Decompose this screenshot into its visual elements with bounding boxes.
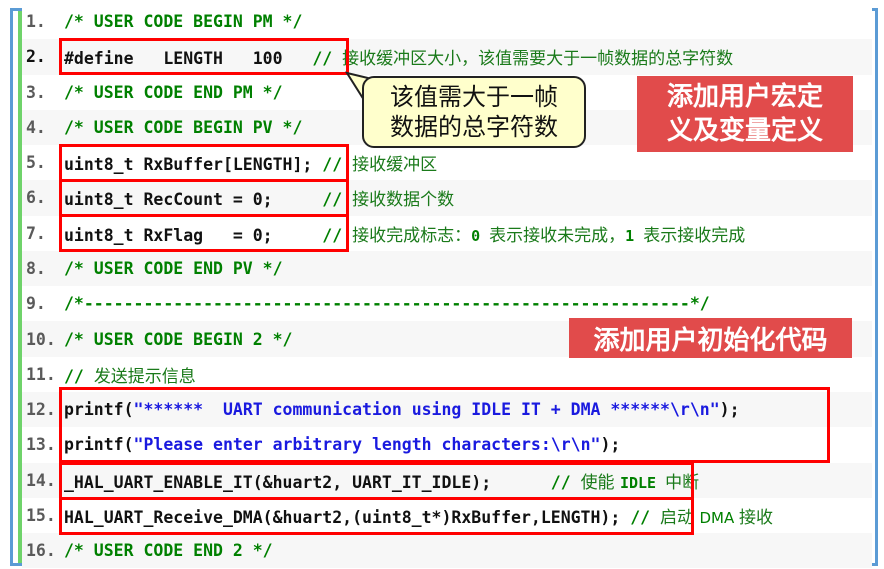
line-number: 4.	[26, 117, 46, 137]
comment-text: /* USER CODE END PM */	[64, 82, 283, 102]
line-number: 11.	[26, 364, 56, 384]
line-content: /* USER CODE END PV */	[64, 259, 283, 278]
line-content: /* USER CODE BEGIN PV */	[64, 118, 302, 137]
line-content: _HAL_UART_ENABLE_IT(&huart2, UART_IT_IDL…	[64, 468, 699, 493]
comment-text: /* USER CODE END 2 */	[64, 541, 273, 561]
comment-text: IDLE	[619, 473, 666, 492]
comment-text: /* USER CODE BEGIN PM */	[64, 12, 303, 32]
comment-text: 接收	[738, 507, 773, 528]
code-token: );	[719, 400, 740, 420]
comment-text: //	[272, 190, 353, 210]
line-content: uint8_t RxFlag = 0; // 接收完成标志：0 表示接收未完成，…	[64, 221, 745, 246]
comment-text: 表示接收未完成，	[489, 225, 626, 246]
comment-text: //	[64, 366, 94, 386]
line-number: 1.	[26, 12, 46, 32]
comment-text: //	[312, 155, 353, 175]
callout-line-2: 数据的总字符数	[390, 113, 558, 141]
code-line: 7. uint8_t RxFlag = 0; // 接收完成标志：0 表示接收未完…	[22, 215, 872, 251]
line-content: uint8_t RecCount = 0; // 接收数据个数	[64, 185, 454, 210]
code-token: HAL_UART_Receive_DMA(&huart2,(uint8_t*)R…	[64, 507, 621, 527]
line-number: 13.	[26, 435, 56, 455]
code-line: 16. /* USER CODE END 2 */	[22, 533, 872, 569]
tag-init-code: 添加用户初始化代码	[569, 318, 852, 358]
comment-text: //	[272, 225, 353, 245]
code-token: printf(	[64, 400, 134, 420]
comment-text: //	[491, 472, 581, 492]
line-number: 16.	[26, 541, 56, 561]
comment-text: 0	[471, 226, 490, 245]
code-line: 15. HAL_UART_Receive_DMA(&huart2,(uint8_t…	[22, 497, 872, 534]
comment-text: 接收缓冲区大小，该值需要大于一帧数据的总字符数	[342, 49, 734, 70]
line-content: #define LENGTH 100 // 接收缓冲区大小，该值需要大于一帧数据…	[64, 44, 733, 69]
code-line: 9. /*------------------------------------…	[22, 286, 872, 322]
comment-text: 接收数据个数	[352, 190, 455, 211]
line-content: printf("****** UART communication using …	[64, 400, 740, 419]
tag-macro-line-2: 义及变量定义	[666, 116, 823, 146]
line-number: 3.	[26, 82, 46, 102]
line-number: 5.	[26, 153, 46, 173]
line-number: 9.	[26, 294, 46, 314]
code-token: uint8_t RecCount = 0;	[64, 190, 273, 210]
string-literal: "Please enter arbitrary length character…	[133, 435, 601, 455]
line-content: /* USER CODE END PM */	[64, 83, 283, 102]
line-content: /* USER CODE BEGIN PM */	[64, 12, 302, 31]
line-content: /*--------------------------------------…	[64, 294, 710, 313]
line-content: /* USER CODE END 2 */	[64, 541, 273, 560]
line-number: 6.	[26, 188, 46, 208]
code-line: 13. printf("Please enter arbitrary length…	[22, 427, 872, 463]
tag-macro-line-1: 添加用户宏定	[666, 82, 823, 112]
string-literal: "****** UART communication using IDLE IT…	[133, 400, 720, 420]
comment-text: 使能	[580, 472, 620, 493]
comment-text: 1	[625, 226, 644, 245]
comment-text: 中断	[665, 472, 700, 493]
code-line: 12. printf("****** UART communication usi…	[22, 391, 872, 428]
comment-text: 接收完成标志：	[352, 225, 472, 246]
line-number: 8.	[26, 259, 46, 279]
code-token: printf(	[64, 435, 134, 455]
code-line: 6. uint8_t RecCount = 0; // 接收数据个数	[22, 180, 872, 216]
line-content: // 发送提示信息	[64, 362, 196, 387]
comment-text: /* USER CODE BEGIN 2 */	[64, 329, 293, 349]
comment-text: 接收缓冲区	[352, 155, 438, 176]
line-number: 12.	[26, 400, 56, 420]
line-number: 7.	[26, 223, 46, 243]
code-line: 14. _HAL_UART_ENABLE_IT(&huart2, UART_IT_…	[22, 462, 872, 498]
code-token: uint8_t RxBuffer[LENGTH];	[64, 155, 313, 175]
code-line: 8. /* USER CODE END PV */	[22, 250, 872, 287]
line-number: 10.	[26, 329, 56, 349]
comment-text: 启动	[660, 507, 700, 528]
code-token: _HAL_UART_ENABLE_IT(&huart2, UART_IT_IDL…	[64, 472, 492, 492]
comment-text: 发送提示信息	[93, 366, 196, 387]
code-line: 11. // 发送提示信息	[22, 356, 872, 392]
code-line: 2. #define LENGTH 100 // 接收缓冲区大小，该值需要大于一帧…	[22, 39, 872, 75]
callout-note: 该值需大于一帧 数据的总字符数	[362, 76, 586, 148]
code-line: 1. /* USER CODE BEGIN PM */	[22, 4, 872, 40]
comment-text: //	[282, 49, 343, 69]
code-token: uint8_t RxFlag = 0;	[64, 225, 273, 245]
comment-text: /* USER CODE BEGIN PV */	[64, 117, 303, 137]
callout-line-1: 该值需大于一帧	[390, 83, 558, 111]
line-content: uint8_t RxBuffer[LENGTH]; // 接收缓冲区	[64, 150, 437, 175]
line-number: 14.	[26, 470, 56, 490]
tag-init-code-label: 添加用户初始化代码	[593, 325, 828, 356]
line-number: 2.	[26, 47, 46, 67]
code-token: #define LENGTH 100	[64, 49, 283, 69]
line-content: /* USER CODE BEGIN 2 */	[64, 330, 292, 349]
comment-text: /* USER CODE END PV */	[64, 259, 283, 279]
line-number: 15.	[26, 505, 56, 525]
line-content: printf("Please enter arbitrary length ch…	[64, 435, 620, 454]
code-token: );	[600, 435, 621, 455]
comment-text: DMA	[699, 508, 739, 527]
line-content: HAL_UART_Receive_DMA(&huart2,(uint8_t*)R…	[64, 503, 773, 528]
tag-macro-variable-definition: 添加用户宏定 义及变量定义	[637, 76, 853, 152]
comment-text: 表示接收完成	[643, 225, 746, 246]
comment-text: /*--------------------------------------…	[64, 294, 710, 314]
comment-text: //	[620, 507, 661, 527]
